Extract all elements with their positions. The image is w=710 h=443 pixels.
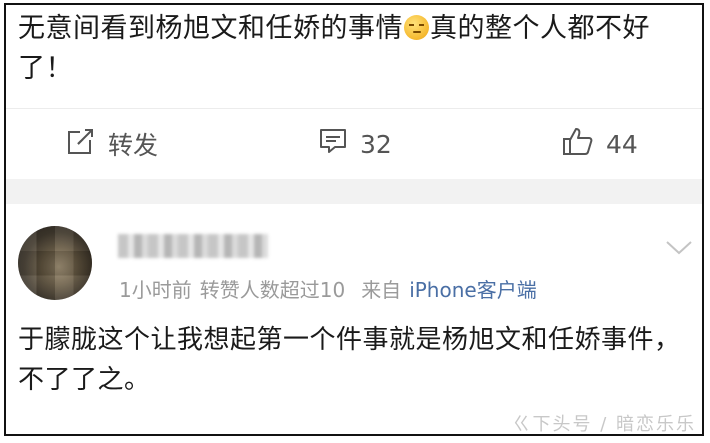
comment-source-link[interactable]: iPhone客户端 bbox=[409, 278, 537, 302]
like-count: 44 bbox=[606, 129, 638, 159]
weibo-screenshot-frame: 无意间看到杨旭文和任娇的事情 真的整个人都不好了！ 转发 32 44 1小时前 … bbox=[4, 3, 704, 436]
repost-label: 转发 bbox=[108, 131, 159, 160]
comment-text: 于朦胧这个让我想起第一个件事就是杨旭文和任娇事件，不了了之。 bbox=[18, 325, 681, 395]
post-text: 无意间看到杨旭文和任娇的事情 真的整个人都不好了！ bbox=[18, 9, 694, 89]
avatar[interactable] bbox=[18, 226, 92, 300]
comment-likes-note: 转赞人数超过10 bbox=[199, 278, 346, 302]
thumbs-up-icon bbox=[562, 125, 606, 163]
like-button[interactable]: 44 bbox=[562, 109, 638, 179]
post-action-bar: 转发 32 44 bbox=[6, 109, 702, 179]
edit-share-icon bbox=[66, 126, 108, 162]
comment-time: 1小时前 bbox=[119, 278, 192, 302]
comment-count: 32 bbox=[360, 129, 392, 159]
comment-button[interactable]: 32 bbox=[318, 109, 392, 179]
comment-meta: 1小时前 转赞人数超过10 来自 iPhone客户端 bbox=[119, 274, 537, 303]
watermark: ㄍ下头号 / 暗恋乐乐 bbox=[512, 414, 696, 435]
post-text-part1: 无意间看到杨旭文和任娇的事情 bbox=[18, 13, 403, 44]
repost-button[interactable]: 转发 bbox=[66, 109, 158, 179]
doubt-face-emoji-icon bbox=[404, 15, 429, 40]
chevron-down-icon[interactable] bbox=[664, 238, 694, 262]
section-separator bbox=[6, 179, 702, 204]
username-blurred[interactable] bbox=[118, 234, 268, 258]
comment-item: 1小时前 转赞人数超过10 来自 iPhone客户端 于朦胧这个让我想起第一个件事就是… bbox=[6, 204, 702, 434]
comment-bubble-icon bbox=[318, 126, 360, 162]
comment-source-prefix: 来自 bbox=[361, 278, 402, 302]
